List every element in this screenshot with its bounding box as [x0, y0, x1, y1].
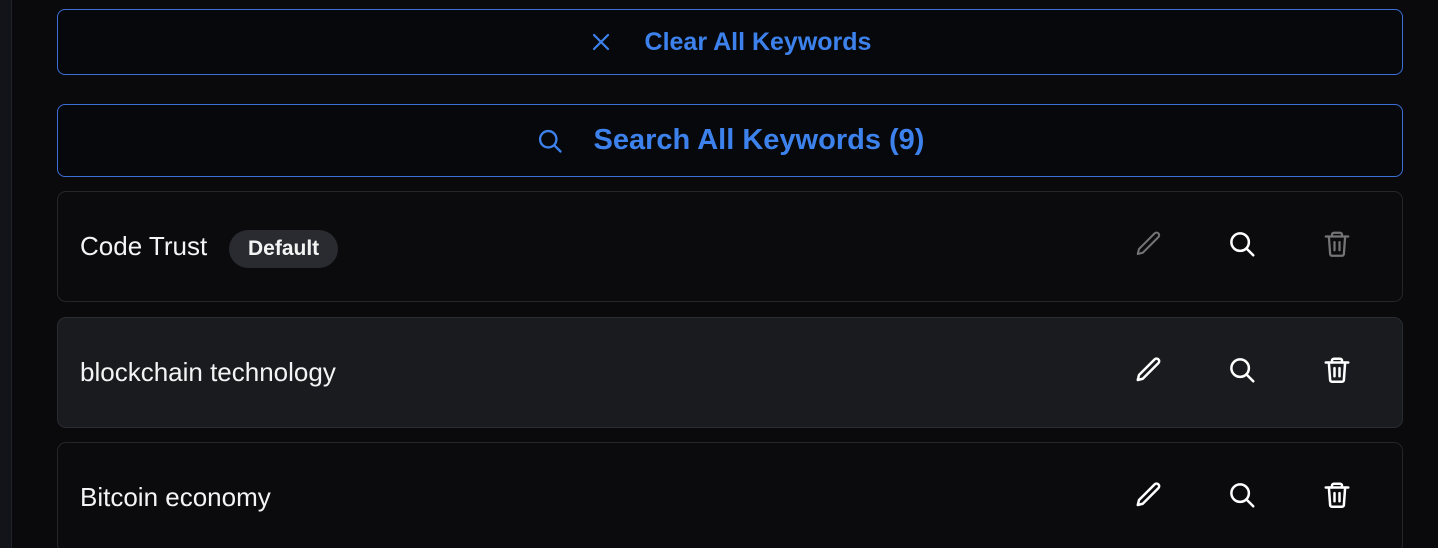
keyword-row: Code Trust Default [57, 191, 1403, 302]
keyword-row: Bitcoin economy [57, 442, 1403, 548]
close-icon [589, 30, 613, 54]
delete-keyword-button[interactable] [1321, 482, 1353, 514]
keyword-text: Code Trust [80, 231, 208, 261]
keyword-row: blockchain technology [57, 317, 1403, 428]
edit-keyword-button [1133, 231, 1165, 263]
search-keyword-button[interactable] [1226, 357, 1258, 389]
search-all-keywords-label: Search All Keywords (9) [593, 124, 925, 156]
clear-all-keywords-label: Clear All Keywords [644, 27, 872, 56]
default-badge: Default [229, 230, 339, 268]
edit-keyword-button[interactable] [1133, 482, 1165, 514]
delete-keyword-button [1321, 231, 1353, 263]
search-icon [1227, 355, 1257, 390]
trash-icon [1322, 229, 1352, 264]
search-keyword-button[interactable] [1226, 482, 1258, 514]
search-all-keywords-button[interactable]: Search All Keywords (9) [57, 104, 1403, 177]
trash-icon [1322, 355, 1352, 390]
keyword-text: Bitcoin economy [80, 482, 271, 512]
search-icon [1227, 229, 1257, 264]
clear-all-keywords-button[interactable]: Clear All Keywords [57, 9, 1403, 75]
keyword-text: blockchain technology [80, 357, 336, 387]
pencil-icon [1134, 229, 1164, 264]
search-keyword-button[interactable] [1226, 231, 1258, 263]
search-icon [1227, 480, 1257, 515]
delete-keyword-button[interactable] [1321, 357, 1353, 389]
sidebar-edge [0, 0, 12, 548]
edit-keyword-button[interactable] [1133, 357, 1165, 389]
search-icon [536, 127, 564, 155]
pencil-icon [1134, 480, 1164, 515]
trash-icon [1322, 480, 1352, 515]
keywords-panel: Clear All Keywords Search All Keywords (… [0, 0, 1438, 548]
pencil-icon [1134, 355, 1164, 390]
